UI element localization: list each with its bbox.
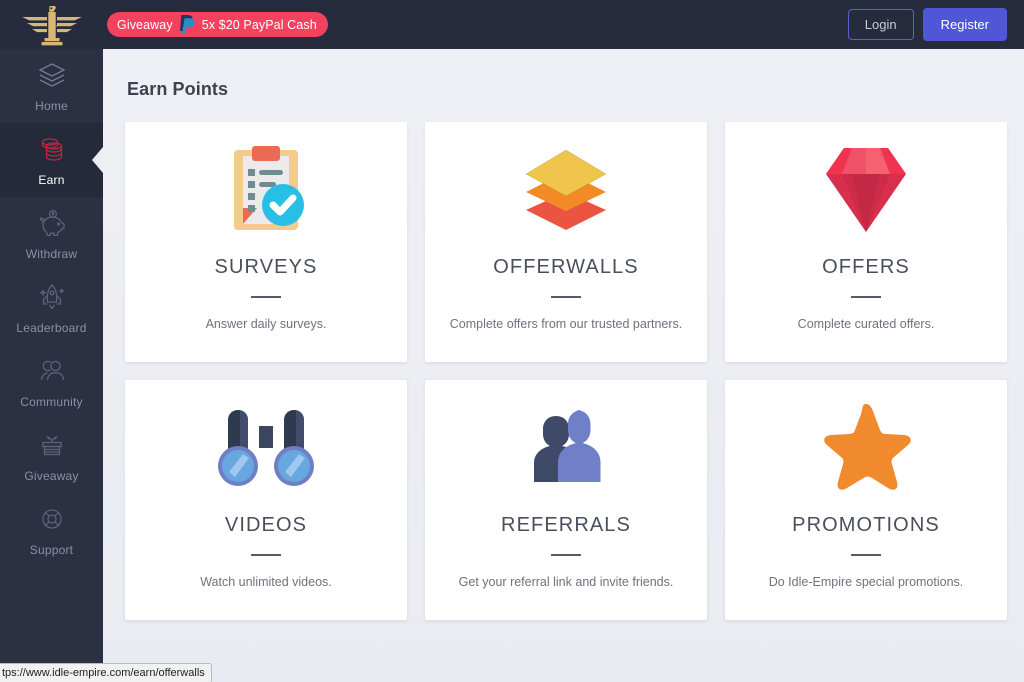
earn-card-referrals[interactable]: REFERRALS Get your referral link and inv…	[425, 380, 707, 620]
card-title: SURVEYS	[214, 256, 318, 278]
sidebar-nav: Home Earn Withdraw Leaderboard Community…	[0, 49, 103, 682]
diamond-icon	[816, 130, 916, 250]
card-description: Complete curated offers.	[797, 317, 935, 331]
sidebar-label: Support	[29, 543, 74, 557]
card-divider	[251, 296, 281, 298]
piggy-bank-icon	[35, 207, 69, 239]
main-content: Earn Points SURVEYS Answer daily surveys…	[103, 49, 1024, 682]
earn-methods-grid: SURVEYS Answer daily surveys. OFFERWALLS…	[125, 122, 1024, 620]
card-description: Get your referral link and invite friend…	[458, 575, 674, 589]
sidebar-label: Leaderboard	[16, 321, 87, 335]
coins-icon	[35, 133, 69, 165]
page-root: Giveaway 5x $20 PayPal Cash Login Regist…	[0, 0, 1024, 682]
card-title: OFFERS	[822, 256, 910, 278]
two-people-icon	[516, 388, 616, 508]
sidebar-item-giveaway[interactable]: Giveaway	[0, 419, 103, 493]
paypal-icon	[179, 14, 196, 35]
earn-card-videos[interactable]: VIDEOS Watch unlimited videos.	[125, 380, 407, 620]
giveaway-label: Giveaway	[117, 17, 173, 32]
sidebar-item-support[interactable]: Support	[0, 493, 103, 567]
giveaway-prize: 5x $20 PayPal Cash	[201, 17, 317, 32]
earn-card-surveys[interactable]: SURVEYS Answer daily surveys.	[125, 122, 407, 362]
card-title: REFERRALS	[501, 514, 631, 536]
sidebar-item-earn[interactable]: Earn	[0, 123, 103, 197]
sidebar-label: Earn	[38, 173, 65, 187]
card-title: PROMOTIONS	[792, 514, 940, 536]
layers-icon	[35, 59, 69, 91]
earn-card-promotions[interactable]: PROMOTIONS Do Idle-Empire special promot…	[725, 380, 1007, 620]
earn-card-offers[interactable]: OFFERS Complete curated offers.	[725, 122, 1007, 362]
card-divider	[251, 554, 281, 556]
card-divider	[551, 554, 581, 556]
stacked-layers-icon	[512, 130, 620, 250]
card-description: Answer daily surveys.	[205, 317, 327, 331]
card-description: Watch unlimited videos.	[200, 575, 332, 589]
people-icon	[35, 355, 69, 387]
top-header: Giveaway 5x $20 PayPal Cash Login Regist…	[0, 0, 1024, 49]
sidebar-item-community[interactable]: Community	[0, 345, 103, 419]
register-button[interactable]: Register	[922, 8, 1007, 41]
life-ring-icon	[35, 503, 69, 535]
card-divider	[851, 554, 881, 556]
browser-status-bar: tps://www.idle-empire.com/earn/offerwall…	[0, 663, 212, 682]
binoculars-icon	[211, 388, 321, 508]
clipboard-check-icon	[214, 130, 318, 250]
earn-card-offerwalls[interactable]: OFFERWALLS Complete offers from our trus…	[425, 122, 707, 362]
card-divider	[551, 296, 581, 298]
card-divider	[851, 296, 881, 298]
star-icon	[814, 388, 918, 508]
sidebar-item-leaderboard[interactable]: Leaderboard	[0, 271, 103, 345]
giveaway-banner[interactable]: Giveaway 5x $20 PayPal Cash	[107, 12, 328, 37]
card-title: VIDEOS	[224, 514, 308, 536]
card-description: Do Idle-Empire special promotions.	[768, 575, 964, 589]
sidebar-label: Withdraw	[25, 247, 78, 261]
sidebar-label: Community	[20, 395, 83, 409]
sidebar-label: Giveaway	[24, 469, 79, 483]
status-url: tps://www.idle-empire.com/earn/offerwall…	[2, 667, 205, 679]
sidebar-item-withdraw[interactable]: Withdraw	[0, 197, 103, 271]
site-logo[interactable]	[0, 0, 103, 49]
eagle-emblem-logo-icon	[21, 4, 83, 46]
card-description: Complete offers from our trusted partner…	[449, 317, 683, 331]
sidebar-item-home[interactable]: Home	[0, 49, 103, 123]
card-title: OFFERWALLS	[493, 256, 639, 278]
rocket-icon	[35, 281, 69, 313]
login-button[interactable]: Login	[847, 9, 914, 40]
page-title: Earn Points	[127, 79, 229, 99]
gift-box-icon	[35, 429, 69, 461]
sidebar-label: Home	[35, 99, 68, 113]
